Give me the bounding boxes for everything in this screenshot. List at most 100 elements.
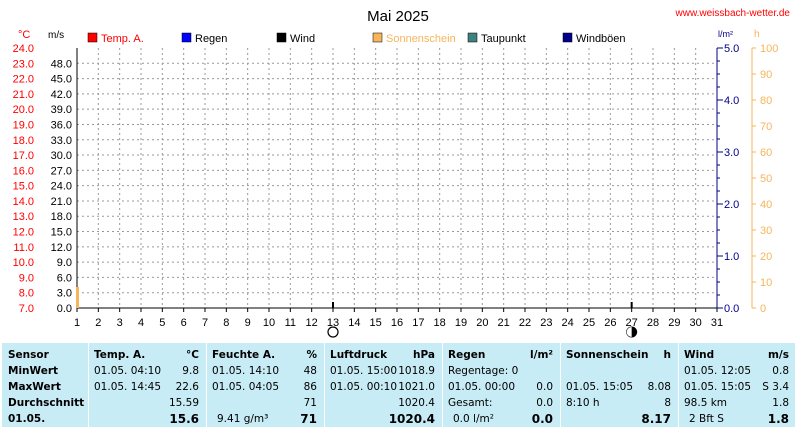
sun-axis-unit: h bbox=[754, 29, 760, 40]
x-tick-label: 18 bbox=[434, 317, 446, 329]
x-tick-label: 9 bbox=[245, 317, 251, 329]
pressure-unit: hPa bbox=[413, 349, 435, 361]
sun-bar bbox=[76, 286, 79, 308]
temp-tick-label: 19.0 bbox=[13, 119, 34, 131]
pressure-today-value: 1020.4 bbox=[388, 412, 435, 426]
wind-beaufort: 2 Bft S bbox=[689, 413, 724, 425]
rain-header: Regen bbox=[448, 349, 486, 361]
temp-unit: °C bbox=[186, 349, 199, 361]
wind-tick-label: 39.0 bbox=[51, 104, 72, 116]
temp-tick-label: 9.0 bbox=[19, 272, 34, 284]
rain-today-sub: 0.0 l/m² bbox=[453, 413, 494, 425]
x-tick-label: 20 bbox=[476, 317, 488, 329]
x-tick-label: 5 bbox=[159, 317, 165, 329]
legend-label: Taupunkt bbox=[481, 33, 526, 45]
temp-tick-label: 22.0 bbox=[13, 74, 34, 86]
x-tick-label: 16 bbox=[391, 317, 403, 329]
rain-today-value: 0.0 bbox=[531, 412, 553, 426]
humidity-avg-value: 71 bbox=[303, 397, 317, 409]
pressure-max-time: 01.05. 00:10 bbox=[330, 381, 397, 393]
rain-tick-label: 4.0 bbox=[724, 95, 739, 107]
wind-tick-label: 30.0 bbox=[51, 150, 72, 162]
temp-tick-label: 18.0 bbox=[13, 135, 34, 147]
rain-max-value: 0.0 bbox=[536, 381, 553, 393]
rain-tick-label: 5.0 bbox=[724, 43, 739, 55]
wind-axis-unit: m/s bbox=[48, 30, 64, 41]
wind-max-value: S 3.4 bbox=[762, 381, 789, 393]
legend-label: Wind bbox=[290, 33, 315, 45]
temp-min-value: 9.8 bbox=[182, 365, 199, 377]
wind-tick-label: 3.0 bbox=[57, 288, 72, 300]
website-link[interactable]: www.weissbach-wetter.de bbox=[675, 8, 791, 19]
row-label-today: 01.05. bbox=[8, 413, 46, 425]
x-tick-label: 31 bbox=[711, 317, 723, 329]
x-tick-label: 28 bbox=[647, 317, 659, 329]
temp-tick-label: 12.0 bbox=[13, 227, 34, 239]
wind-distance: 98.5 km bbox=[684, 397, 728, 409]
x-tick-label: 24 bbox=[562, 317, 574, 329]
legend-black-square-icon bbox=[276, 32, 287, 43]
row-label-min: MinWert bbox=[8, 365, 59, 377]
pressure-min-value: 1018.9 bbox=[398, 365, 435, 377]
humidity-min-value: 48 bbox=[303, 365, 317, 377]
x-tick-label: 2 bbox=[95, 317, 101, 329]
humidity-max-time: 01.05. 04:05 bbox=[212, 381, 279, 393]
sensor-column: Sensor MinWert MaxWert Durchschnitt 01.0… bbox=[2, 343, 88, 427]
row-label-avg: Durchschnitt bbox=[8, 397, 85, 409]
legend-blue-square-icon bbox=[181, 32, 192, 43]
temp-tick-label: 20.0 bbox=[13, 104, 34, 116]
sun-column: Sonnenschein h 01.05. 15:05 8.08 8:10 h … bbox=[561, 343, 678, 427]
humidity-column: Feuchte A. % 01.05. 14:10 48 01.05. 04:0… bbox=[207, 343, 324, 427]
temp-tick-label: 14.0 bbox=[13, 196, 34, 208]
x-tick-label: 6 bbox=[181, 317, 187, 329]
sun-tick-label: 60 bbox=[760, 147, 772, 159]
temp-tick-label: 7.0 bbox=[19, 303, 34, 315]
sun-total-value: 8 bbox=[664, 397, 671, 409]
chart-grid bbox=[77, 48, 717, 308]
wind-tick-label: 21.0 bbox=[51, 196, 72, 208]
x-tick-label: 23 bbox=[540, 317, 552, 329]
legend-label: Temp. A. bbox=[101, 33, 144, 45]
wind-max-time: 01.05. 15:05 bbox=[684, 381, 751, 393]
rain-max-time: 01.05. 00:00 bbox=[448, 381, 515, 393]
rain-tick-label: 1.0 bbox=[724, 251, 739, 263]
x-tick-label: 26 bbox=[604, 317, 616, 329]
legend-label: Sonnenschein bbox=[386, 33, 456, 45]
rain-days: Regentage: 0 bbox=[448, 365, 519, 377]
chart-marks bbox=[76, 286, 638, 338]
sun-max-time: 01.05. 15:05 bbox=[566, 381, 633, 393]
temp-tick-label: 16.0 bbox=[13, 165, 34, 177]
temp-max-value: 22.6 bbox=[175, 381, 199, 393]
x-tick-label: 22 bbox=[519, 317, 531, 329]
humidity-min-time: 01.05. 14:10 bbox=[212, 365, 279, 377]
x-tick-label: 29 bbox=[668, 317, 680, 329]
sun-unit: h bbox=[663, 349, 671, 361]
sun-tick-label: 80 bbox=[760, 95, 772, 107]
chart-title: Mai 2025 bbox=[367, 8, 429, 25]
rain-unit: l/m² bbox=[530, 349, 553, 361]
x-tick-label: 14 bbox=[348, 317, 360, 329]
temp-tick-label: 17.0 bbox=[13, 150, 34, 162]
wind-tick-label: 12.0 bbox=[51, 242, 72, 254]
wind-tick-label: 36.0 bbox=[51, 119, 72, 131]
humidity-max-value: 86 bbox=[303, 381, 317, 393]
legend-navy-square-icon bbox=[562, 32, 573, 43]
x-tick-label: 7 bbox=[202, 317, 208, 329]
legend-label: Regen bbox=[195, 33, 227, 45]
sun-tick-label: 0 bbox=[760, 303, 766, 315]
wind-tick-label: 18.0 bbox=[51, 211, 72, 223]
legend-red-square-icon bbox=[87, 32, 98, 43]
x-tick-label: 11 bbox=[285, 317, 296, 329]
sun-tick-label: 10 bbox=[760, 277, 772, 289]
wind-tick-label: 42.0 bbox=[51, 89, 72, 101]
pressure-header: Luftdruck bbox=[330, 349, 388, 361]
legend-orange-square-icon bbox=[372, 32, 383, 43]
sensor-header: Sensor bbox=[8, 349, 49, 361]
sun-tick-label: 30 bbox=[760, 225, 772, 237]
legend-label: Windböen bbox=[576, 33, 626, 45]
statistics-table: Sensor MinWert MaxWert Durchschnitt 01.0… bbox=[2, 343, 795, 427]
wind-unit: m/s bbox=[767, 349, 789, 361]
rain-tick-label: 2.0 bbox=[724, 199, 739, 211]
wind-tick-label: 9.0 bbox=[57, 257, 72, 269]
wind-min-time: 01.05. 12:05 bbox=[684, 365, 751, 377]
